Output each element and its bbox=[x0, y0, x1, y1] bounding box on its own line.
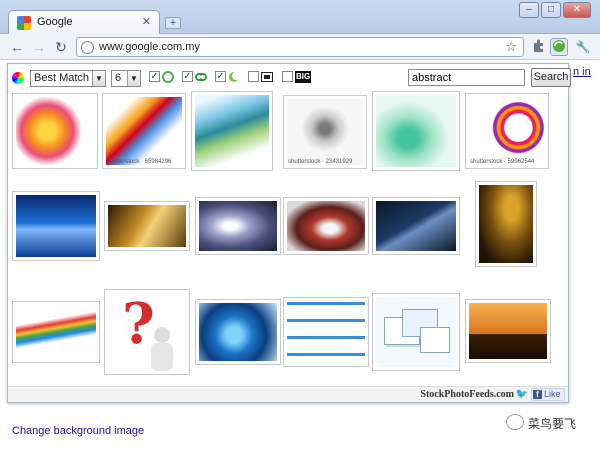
maximize-button[interactable]: □ bbox=[541, 2, 561, 18]
twitter-bird-icon[interactable]: 🐦 bbox=[516, 389, 528, 400]
bookmark-star-icon[interactable]: ☆ bbox=[505, 39, 517, 55]
filter-checkbox-2[interactable]: ✓ bbox=[182, 71, 193, 82]
thumb-green-blur[interactable] bbox=[372, 91, 460, 171]
title-bar: Google ✕ + – □ ✕ bbox=[0, 0, 600, 34]
thumb-red-metal-swirl[interactable] bbox=[283, 197, 369, 255]
filter-checkbox-1[interactable]: ✓ bbox=[149, 71, 160, 82]
tab-title: Google bbox=[37, 16, 73, 28]
filter-checkbox-5[interactable]: ✓ bbox=[282, 71, 293, 82]
filter-checkbox-4[interactable]: ✓ bbox=[248, 71, 259, 82]
thumb-question-figure[interactable]: ? bbox=[104, 289, 190, 375]
big-filter-icon: BIG bbox=[295, 71, 312, 83]
tab-close-icon[interactable]: ✕ bbox=[142, 15, 151, 28]
thumb-green-waves[interactable] bbox=[191, 91, 273, 171]
thumb-gold-texture[interactable] bbox=[475, 181, 537, 267]
thumb-watermark: shutterstock · 65984296 bbox=[107, 159, 172, 165]
new-tab-button[interactable]: + bbox=[165, 17, 181, 29]
color-wheel-icon[interactable] bbox=[12, 72, 24, 84]
search-controls: Best Match ▼ 6 ▼ ✓ ✓ ✓ ✓ ✓ BIG Search bbox=[12, 68, 571, 88]
wechat-watermark: 菜鸟要飞 bbox=[506, 414, 596, 432]
green-pill-filter-icon bbox=[195, 73, 207, 81]
facebook-like-button[interactable]: f Like bbox=[531, 388, 565, 401]
google-favicon-icon bbox=[17, 16, 31, 30]
search-button[interactable]: Search bbox=[531, 68, 571, 87]
sign-in-link[interactable]: n in bbox=[573, 66, 591, 78]
filter-checkbox-3[interactable]: ✓ bbox=[215, 71, 226, 82]
per-row-select-value: 6 bbox=[115, 72, 122, 84]
green-moon-filter-icon bbox=[229, 72, 240, 82]
browser-toolbar: ← → ↻ www.google.com.my ☆ 🔧 bbox=[0, 34, 600, 60]
thumb-dark-blue-glow[interactable] bbox=[372, 197, 460, 255]
close-window-button[interactable]: ✕ bbox=[563, 2, 591, 18]
thumb-orange-splash[interactable] bbox=[12, 93, 98, 169]
thumb-swirl-ribbons[interactable]: shutterstock · 65984296 bbox=[102, 93, 186, 169]
chevron-down-icon: ▼ bbox=[92, 71, 105, 86]
results-grid: shutterstock · 65984296 shutterstock · 2… bbox=[8, 89, 568, 385]
page-globe-icon bbox=[81, 41, 94, 54]
thumb-liquid-splash[interactable]: shutterstock · 23431929 bbox=[283, 95, 367, 169]
browser-tab[interactable]: Google ✕ bbox=[8, 10, 160, 34]
change-background-link[interactable]: Change background image bbox=[12, 425, 144, 437]
thumb-watermark: shutterstock · 23431929 bbox=[288, 159, 353, 165]
wechat-logo-icon bbox=[506, 414, 524, 430]
sort-select-value: Best Match bbox=[34, 72, 90, 84]
thumb-web-browsers[interactable] bbox=[372, 293, 460, 371]
black-box-filter-icon bbox=[261, 72, 273, 82]
thumb-gold-abstract[interactable] bbox=[104, 201, 190, 251]
forward-button[interactable]: → bbox=[30, 38, 48, 56]
back-button[interactable]: ← bbox=[8, 38, 26, 56]
minimize-button[interactable]: – bbox=[519, 2, 539, 18]
thumb-watermark: shutterstock · 59962544 bbox=[470, 159, 535, 165]
thumb-blue-streaks[interactable] bbox=[12, 191, 100, 261]
thumb-color-rings[interactable]: shutterstock · 59962544 bbox=[465, 93, 549, 169]
wrench-menu-icon[interactable]: 🔧 bbox=[574, 38, 592, 56]
stockphotofeeds-icon[interactable] bbox=[550, 38, 568, 56]
watermark-text: 菜鸟要飞 bbox=[528, 417, 577, 431]
address-bar[interactable]: www.google.com.my ☆ bbox=[76, 37, 524, 57]
thumb-blue-wave-patterns[interactable] bbox=[283, 297, 369, 367]
search-input[interactable] bbox=[408, 69, 525, 86]
per-row-select[interactable]: 6 ▼ bbox=[111, 70, 141, 87]
green-circle-filter-icon bbox=[162, 71, 174, 83]
popup-footer: StockPhotoFeeds.com 🐦 f Like bbox=[8, 386, 568, 402]
thumb-rainbow-curve[interactable] bbox=[12, 301, 100, 363]
stockphoto-popup: Best Match ▼ 6 ▼ ✓ ✓ ✓ ✓ ✓ BIG Search sh… bbox=[7, 63, 571, 403]
chevron-down-icon: ▼ bbox=[127, 71, 140, 86]
thumb-silver-swirl[interactable] bbox=[195, 197, 281, 255]
thumb-sunset-silhouettes[interactable] bbox=[465, 299, 551, 363]
reload-button[interactable]: ↻ bbox=[52, 38, 70, 56]
facebook-icon: f bbox=[533, 390, 542, 399]
like-label: Like bbox=[544, 389, 561, 399]
sort-select[interactable]: Best Match ▼ bbox=[30, 70, 106, 87]
stockphotofeeds-credit[interactable]: StockPhotoFeeds.com bbox=[420, 389, 514, 400]
address-bar-url: www.google.com.my bbox=[99, 41, 200, 53]
thumb-globe-tech[interactable] bbox=[195, 299, 281, 365]
puzzle-extension-icon[interactable] bbox=[530, 38, 548, 56]
